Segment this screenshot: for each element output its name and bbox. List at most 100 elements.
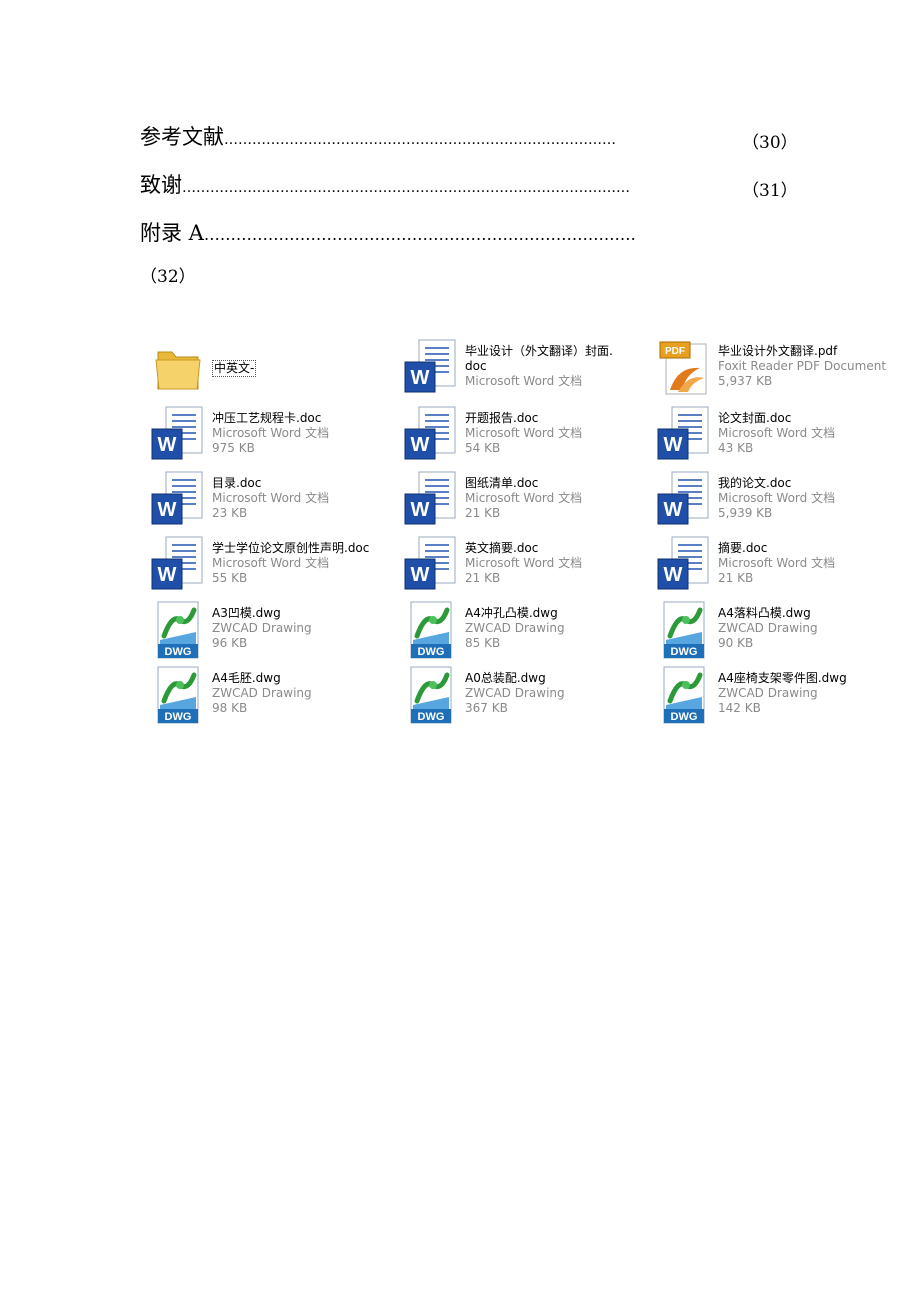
word-icon: W <box>656 470 712 532</box>
file-item[interactable]: W 毕业设计（外文翻译）封面. doc Microsoft Word 文档 <box>403 338 648 400</box>
svg-text:W: W <box>158 499 177 521</box>
dwg-icon: DWG <box>150 665 206 727</box>
file-type: Microsoft Word 文档 <box>465 556 583 570</box>
file-type: ZWCAD Drawing <box>465 621 565 635</box>
toc-title: 致谢 <box>140 173 182 197</box>
file-type: Microsoft Word 文档 <box>465 426 583 440</box>
file-name: 毕业设计（外文翻译）封面. <box>465 344 613 358</box>
file-type: Microsoft Word 文档 <box>718 426 836 440</box>
file-name: 图纸清单.doc <box>465 476 539 490</box>
file-size: 23 KB <box>212 506 248 520</box>
file-name: A4座椅支架零件图.dwg <box>718 671 847 685</box>
svg-text:W: W <box>664 564 683 586</box>
file-item[interactable]: W 开题报告.doc Microsoft Word 文档 54 KB <box>403 405 648 467</box>
toc-entry-appendix-a: 附录 A……………………………………………………………………… <box>140 220 636 248</box>
dwg-icon: DWG <box>656 600 712 662</box>
file-item[interactable]: W 冲压工艺规程卡.doc Microsoft Word 文档 975 KB <box>150 405 395 467</box>
file-type: ZWCAD Drawing <box>212 686 312 700</box>
svg-text:DWG: DWG <box>671 711 698 723</box>
word-icon: W <box>150 405 206 467</box>
file-item[interactable]: W 目录.doc Microsoft Word 文档 23 KB <box>150 470 395 532</box>
svg-text:PDF: PDF <box>665 346 685 357</box>
file-type: ZWCAD Drawing <box>465 686 565 700</box>
file-type: ZWCAD Drawing <box>718 621 818 635</box>
file-size: 90 KB <box>718 636 754 650</box>
file-listing: 中英文- W 毕业设计（外文翻译）封面. doc Microsoft Word … <box>150 338 890 733</box>
word-icon: W <box>656 405 712 467</box>
svg-text:DWG: DWG <box>671 646 698 658</box>
toc-title: 附录 A <box>140 221 204 245</box>
word-icon: W <box>403 535 459 597</box>
word-icon: W <box>403 405 459 467</box>
svg-text:DWG: DWG <box>165 711 192 723</box>
file-type: ZWCAD Drawing <box>212 621 312 635</box>
file-size: 96 KB <box>212 636 248 650</box>
file-type: Foxit Reader PDF Document <box>718 359 887 373</box>
file-name-continued: doc <box>465 359 487 373</box>
svg-text:W: W <box>411 499 430 521</box>
word-icon: W <box>403 470 459 532</box>
folder-icon <box>150 338 206 400</box>
svg-text:DWG: DWG <box>418 646 445 658</box>
file-name: 中英文- <box>212 360 257 377</box>
file-name: 学士学位论文原创性声明.doc <box>212 541 370 555</box>
file-name: A0总装配.dwg <box>465 671 546 685</box>
dwg-icon: DWG <box>403 665 459 727</box>
file-item[interactable]: PDF 毕业设计外文翻译.pdf Foxit Reader PDF Docume… <box>656 338 901 400</box>
toc-entry-references: 参考文献………………………………………………………………………… <box>140 124 616 153</box>
file-item[interactable]: W 英文摘要.doc Microsoft Word 文档 21 KB <box>403 535 648 597</box>
file-item[interactable]: DWG A3凹模.dwg ZWCAD Drawing 96 KB <box>150 600 395 662</box>
svg-text:W: W <box>664 499 683 521</box>
file-size: 55 KB <box>212 571 248 585</box>
file-size: 21 KB <box>465 506 501 520</box>
file-name: 冲压工艺规程卡.doc <box>212 411 322 425</box>
file-size: 975 KB <box>212 441 255 455</box>
file-item[interactable]: DWG A4冲孔凸模.dwg ZWCAD Drawing 85 KB <box>403 600 648 662</box>
word-icon: W <box>656 535 712 597</box>
file-item-folder[interactable]: 中英文- <box>150 338 395 400</box>
toc-page-number: （31） <box>742 181 798 201</box>
file-type: Microsoft Word 文档 <box>212 556 330 570</box>
file-size: 5,937 KB <box>718 374 773 388</box>
file-name: 目录.doc <box>212 476 262 490</box>
file-type: Microsoft Word 文档 <box>718 491 836 505</box>
file-item[interactable]: W 图纸清单.doc Microsoft Word 文档 21 KB <box>403 470 648 532</box>
file-size: 21 KB <box>465 571 501 585</box>
file-name: 论文封面.doc <box>718 411 792 425</box>
file-item[interactable]: W 我的论文.doc Microsoft Word 文档 5,939 KB <box>656 470 901 532</box>
file-name: 开题报告.doc <box>465 411 539 425</box>
file-type: Microsoft Word 文档 <box>718 556 836 570</box>
toc-entry-acknowledgement: 致谢…………………………………………………………………………………… <box>140 172 630 201</box>
toc-page-number: （32） <box>140 267 196 287</box>
pdf-icon: PDF <box>656 338 712 400</box>
toc-leader-dots: ……………………………………………………………………… <box>203 225 636 244</box>
file-item[interactable]: DWG A4座椅支架零件图.dwg ZWCAD Drawing 142 KB <box>656 665 901 727</box>
file-type: Microsoft Word 文档 <box>465 374 583 388</box>
file-item[interactable]: DWG A4毛胚.dwg ZWCAD Drawing 98 KB <box>150 665 395 727</box>
file-name: 我的论文.doc <box>718 476 792 490</box>
file-size: 54 KB <box>465 441 501 455</box>
file-type: Microsoft Word 文档 <box>212 426 330 440</box>
svg-text:DWG: DWG <box>418 711 445 723</box>
file-size: 98 KB <box>212 701 248 715</box>
file-item[interactable]: W 摘要.doc Microsoft Word 文档 21 KB <box>656 535 901 597</box>
file-size: 5,939 KB <box>718 506 773 520</box>
word-icon: W <box>150 535 206 597</box>
toc-page-number: （30） <box>742 133 798 153</box>
file-name: A4冲孔凸模.dwg <box>465 606 558 620</box>
file-item[interactable]: DWG A4落料凸模.dwg ZWCAD Drawing 90 KB <box>656 600 901 662</box>
file-name: A4落料凸模.dwg <box>718 606 811 620</box>
dwg-icon: DWG <box>150 600 206 662</box>
dwg-icon: DWG <box>403 600 459 662</box>
word-icon: W <box>403 338 459 400</box>
file-size: 142 KB <box>718 701 761 715</box>
svg-text:DWG: DWG <box>165 646 192 658</box>
file-name: 摘要.doc <box>718 541 768 555</box>
file-item[interactable]: DWG A0总装配.dwg ZWCAD Drawing 367 KB <box>403 665 648 727</box>
file-name: A3凹模.dwg <box>212 606 281 620</box>
file-name: 英文摘要.doc <box>465 541 539 555</box>
file-item[interactable]: W 论文封面.doc Microsoft Word 文档 43 KB <box>656 405 901 467</box>
file-size: 367 KB <box>465 701 508 715</box>
svg-text:W: W <box>411 434 430 456</box>
file-item[interactable]: W 学士学位论文原创性声明.doc Microsoft Word 文档 55 K… <box>150 535 395 597</box>
